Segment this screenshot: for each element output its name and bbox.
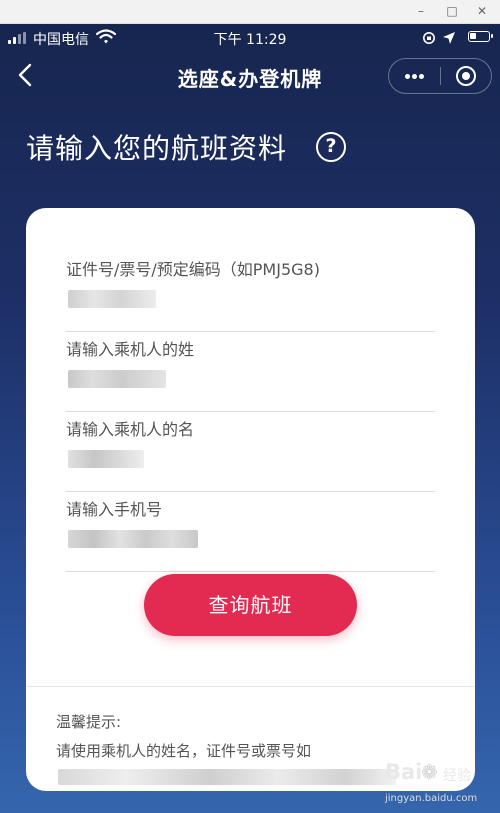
- tips-text: 请使用乘机人的姓名，证件号或票号如: [56, 742, 312, 760]
- id-number-field[interactable]: 证件号/票号/预定编码（如PMJ5G8): [66, 252, 435, 332]
- phone-input[interactable]: [66, 524, 435, 554]
- watermark-url: jingyan.baidu.com: [385, 793, 478, 804]
- id-number-input[interactable]: [66, 284, 435, 314]
- status-bar: 中国电信 下午 11:29: [0, 24, 500, 52]
- menu-capsule: [388, 58, 492, 94]
- phone-label: 请输入手机号: [66, 500, 163, 519]
- help-question-icon[interactable]: ?: [316, 132, 346, 162]
- close-icon[interactable]: ✕: [474, 3, 490, 19]
- mini-program-page: 中国电信 下午 11:29 选座&办登机牌 请输入您的航班资料 ? 证件号/票号…: [0, 24, 500, 813]
- tips-text-masked: [58, 769, 396, 785]
- surname-label: 请输入乘机人的姓: [66, 340, 195, 359]
- masked-value: [68, 370, 166, 388]
- location-icon: [443, 32, 455, 44]
- given-name-field[interactable]: 请输入乘机人的名: [66, 412, 435, 492]
- navigation-bar: 选座&办登机牌: [0, 54, 500, 98]
- battery-icon: [468, 31, 493, 42]
- watermark-logo: Bai: [385, 760, 423, 784]
- given-name-label: 请输入乘机人的名: [66, 420, 195, 439]
- rotation-lock-icon: [423, 32, 435, 44]
- baidu-jingyan-watermark: Bai ❁ 经验 jingyan.baidu.com: [385, 760, 497, 813]
- masked-value: [68, 450, 144, 468]
- window-title-bar: – □ ✕: [0, 0, 500, 24]
- minimize-icon[interactable]: –: [413, 3, 429, 19]
- more-options-icon[interactable]: [389, 59, 440, 93]
- field-underline: [66, 571, 435, 572]
- close-mini-program-icon[interactable]: [441, 59, 492, 93]
- masked-value: [68, 290, 156, 308]
- status-indicators: [422, 29, 493, 47]
- surname-input[interactable]: [66, 364, 435, 394]
- given-name-input[interactable]: [66, 444, 435, 474]
- query-flight-button[interactable]: 查询航班: [144, 574, 357, 636]
- surname-field[interactable]: 请输入乘机人的姓: [66, 332, 435, 412]
- card-divider: [26, 686, 475, 687]
- phone-field[interactable]: 请输入手机号: [66, 492, 435, 572]
- paw-icon: ❁: [421, 760, 438, 784]
- tips-title: 温馨提示:: [56, 713, 122, 731]
- masked-value: [68, 530, 198, 548]
- maximize-icon[interactable]: □: [444, 3, 460, 19]
- flight-info-heading: 请输入您的航班资料: [26, 132, 288, 165]
- watermark-suffix: 经验: [443, 768, 471, 784]
- id-number-label: 证件号/票号/预定编码（如PMJ5G8): [66, 260, 320, 279]
- flight-form-card: 证件号/票号/预定编码（如PMJ5G8) 请输入乘机人的姓 请输入乘机人的名 请…: [26, 208, 475, 791]
